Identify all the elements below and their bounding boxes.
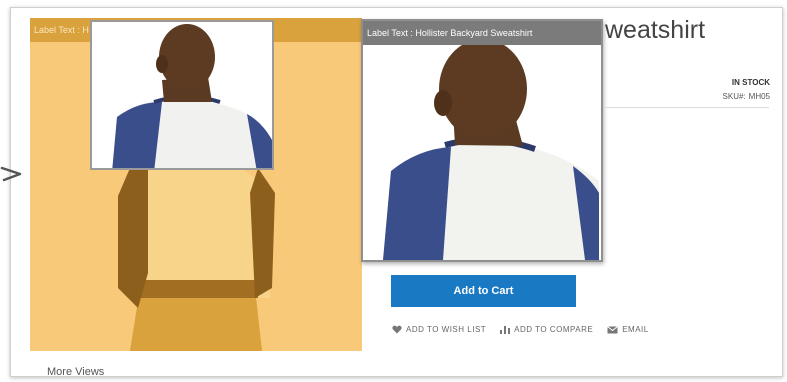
zoom-label: Label Text : Hollister Backyard Sweatshi… <box>363 21 601 45</box>
zoom-window: Label Text : Hollister Backyard Sweatshi… <box>361 19 603 262</box>
more-views-heading: More Views <box>47 366 105 378</box>
sku-info: SKU#: MH05 <box>723 92 770 101</box>
envelope-icon <box>607 325 618 333</box>
wishlist-label: ADD TO WISH LIST <box>406 325 487 334</box>
divider <box>604 107 769 108</box>
zoom-lens[interactable] <box>90 20 274 170</box>
email-label: EMAIL <box>622 325 649 334</box>
bar-chart-icon <box>500 326 511 334</box>
zoom-photo <box>363 21 601 260</box>
sku-value: MH05 <box>748 92 770 101</box>
product-actions: ADD TO WISH LIST ADD TO COMPARE EMAIL <box>392 325 649 334</box>
sku-label: SKU#: <box>722 92 746 101</box>
add-to-wishlist-link[interactable]: ADD TO WISH LIST <box>392 325 486 334</box>
email-link[interactable]: EMAIL <box>607 325 649 334</box>
lens-photo <box>92 22 272 168</box>
arrow-icon <box>0 166 22 182</box>
product-title: weatshirt <box>605 16 706 44</box>
heart-icon <box>392 325 402 334</box>
compare-label: ADD TO COMPARE <box>514 325 594 334</box>
add-to-cart-button[interactable]: Add to Cart <box>391 275 576 307</box>
stock-status: IN STOCK <box>731 78 770 87</box>
add-to-compare-link[interactable]: ADD TO COMPARE <box>500 325 593 334</box>
